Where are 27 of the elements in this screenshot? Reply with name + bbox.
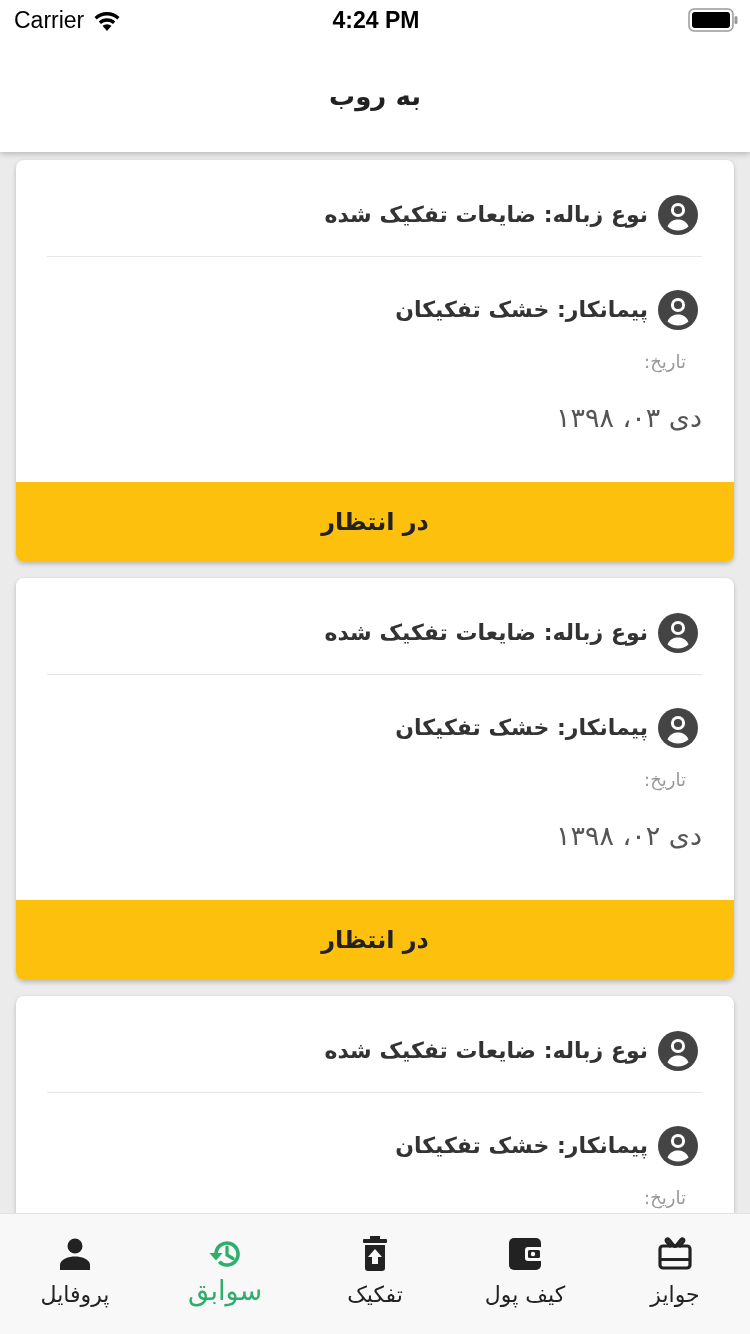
waste-type-text: نوع زباله: ضایعات تفکیک شده bbox=[324, 619, 648, 648]
contractor-text: پیمانکار: خشک تفکیکان bbox=[395, 296, 648, 325]
date-value: دی ۰۲، ۱۳۹۸ bbox=[554, 819, 703, 853]
carrier-name: Carrier bbox=[14, 6, 85, 34]
user-circle-icon bbox=[658, 613, 698, 653]
date-value: دی ۰۳، ۱۳۹۸ bbox=[554, 401, 703, 435]
nav-tab[interactable]: پروفایل bbox=[5, 1214, 145, 1334]
nav-tab[interactable]: کیف پول bbox=[455, 1214, 595, 1334]
nav-tab[interactable]: تفکیک bbox=[305, 1214, 445, 1334]
date-label: تاریخ: bbox=[643, 352, 687, 372]
date-label: تاریخ: bbox=[643, 1188, 687, 1208]
date-label: تاریخ: bbox=[643, 770, 687, 790]
user-circle-icon bbox=[658, 1126, 698, 1166]
status-banner: در انتظار bbox=[16, 900, 734, 980]
app-title: به روب bbox=[329, 80, 421, 113]
contractor-text: پیمانکار: خشک تفکیکان bbox=[395, 714, 648, 743]
waste-type-text: نوع زباله: ضایعات تفکیک شده bbox=[324, 201, 648, 230]
user-circle-icon bbox=[658, 708, 698, 748]
status-banner: در انتظار bbox=[16, 482, 734, 562]
user-circle-icon bbox=[658, 290, 698, 330]
contractor-text: پیمانکار: خشک تفکیکان bbox=[395, 1132, 648, 1161]
nav-tab[interactable]: جوایز bbox=[605, 1214, 745, 1334]
user-circle-icon bbox=[658, 1031, 698, 1071]
status-time: 4:24 PM bbox=[332, 6, 420, 34]
user-circle-icon bbox=[658, 195, 698, 235]
waste-type-text: نوع زباله: ضایعات تفکیک شده bbox=[324, 1037, 648, 1066]
battery-icon bbox=[688, 8, 738, 32]
